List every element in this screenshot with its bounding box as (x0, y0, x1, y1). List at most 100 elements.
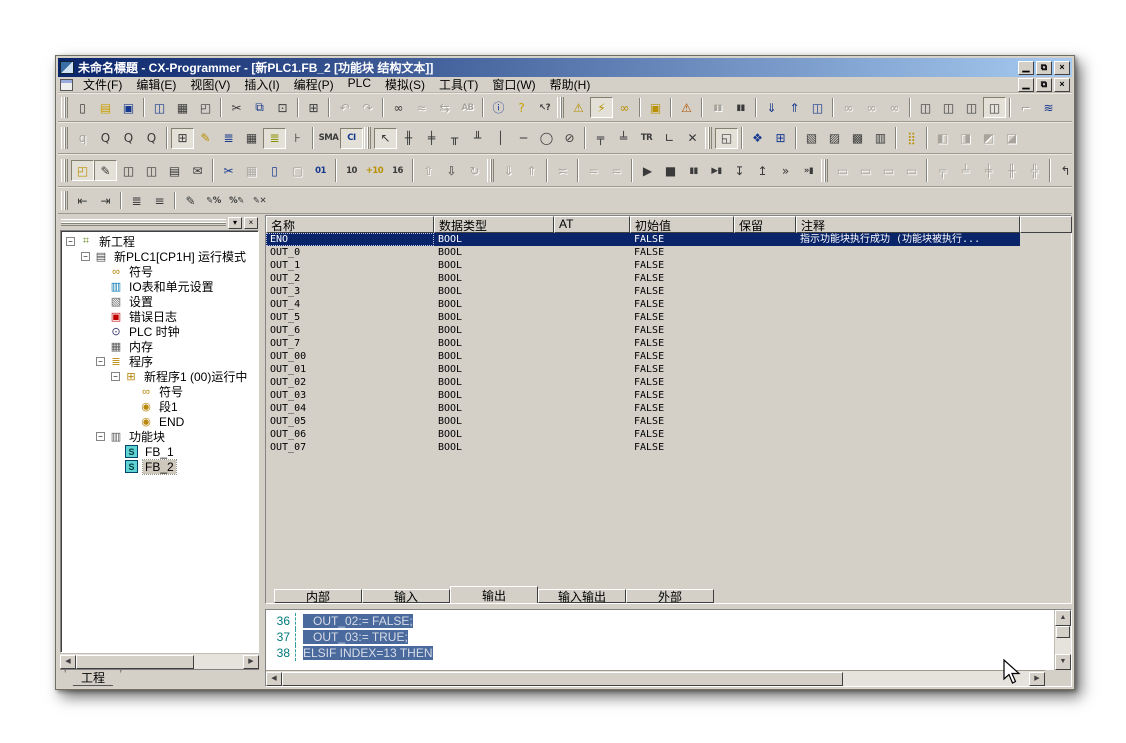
view-symbols-button[interactable]: ◫ (117, 160, 140, 181)
show-window-button[interactable]: ◱ (715, 128, 738, 149)
monitor-hex-button[interactable]: 16 (386, 160, 409, 181)
watch-window-button[interactable]: ◫ (914, 97, 937, 118)
windows-tree-button[interactable]: ⊦ (286, 128, 309, 149)
minimize-button[interactable]: ▁ (1018, 61, 1034, 75)
view-diagram-button[interactable]: ◰ (71, 160, 94, 181)
scrollbar-thumb[interactable] (1056, 626, 1070, 638)
closed-coil-button[interactable]: ⊘ (558, 128, 581, 149)
about-button[interactable]: ⓘ (487, 97, 510, 118)
uncomment-selection-button[interactable]: %✎ (225, 190, 248, 211)
table-row[interactable]: OUT_4BOOLFALSE (266, 298, 1071, 311)
paste-rung-button[interactable]: ⊞ (302, 97, 325, 118)
work-online-button[interactable]: ▣ (644, 97, 667, 118)
replace-all-button[interactable]: AB (456, 97, 479, 118)
tree-item[interactable]: SFB_2 (62, 459, 258, 474)
expander-icon[interactable]: − (96, 357, 105, 366)
closed-or-contact-button[interactable]: ╨ (466, 128, 489, 149)
tree-item[interactable]: ⊙PLC 时钟 (62, 324, 258, 339)
table-row[interactable]: OUT_00BOOLFALSE (266, 350, 1071, 363)
column-header[interactable]: 名称 (266, 216, 434, 233)
compile-button[interactable]: ⚠ (567, 97, 590, 118)
annotation-list-button[interactable]: ≣ (217, 128, 240, 149)
comment-selection-button[interactable]: ✎% (202, 190, 225, 211)
refresh-button[interactable]: ↻ (463, 160, 486, 181)
menu-item-file[interactable]: 文件(F) (76, 75, 129, 94)
tab-output[interactable]: 输出 (450, 586, 538, 603)
list-view-2-button[interactable]: ≡ (148, 190, 171, 211)
scroll-down-button[interactable]: ▼ (1055, 654, 1071, 670)
panel-header[interactable]: ▾ × (60, 215, 259, 230)
column-header[interactable]: 数据类型 (434, 216, 554, 233)
tree-item[interactable]: ∞符号 (62, 384, 258, 399)
output-window-button[interactable]: ▢ (286, 160, 309, 181)
help-button[interactable]: ? (510, 97, 533, 118)
tree-horizontal-scrollbar[interactable]: ◀ ▶ (60, 653, 259, 669)
print-button[interactable]: ▦ (171, 97, 194, 118)
toolbar-gripper[interactable] (821, 159, 828, 183)
column-header[interactable]: 初始值 (630, 216, 734, 233)
cut-button[interactable]: ✂ (225, 97, 248, 118)
tree-item[interactable]: ∞符号 (62, 264, 258, 279)
panel-gripper[interactable] (61, 219, 226, 226)
force-status-4-button[interactable]: ◪ (1000, 128, 1023, 149)
table-row[interactable]: OUT_04BOOLFALSE (266, 402, 1071, 415)
force-refresh-button[interactable]: ≂ (582, 160, 605, 181)
menu-item-view[interactable]: 视图(V) (183, 75, 237, 94)
view-rung-list-button[interactable]: ▤ (163, 160, 186, 181)
set-value-2-button[interactable]: ▭ (854, 160, 877, 181)
set-bit-button[interactable]: ╫ (1000, 160, 1023, 181)
save-button[interactable]: ▣ (117, 97, 140, 118)
monitor-decimal-button[interactable]: 10 (340, 160, 363, 181)
editor-horizontal-scrollbar[interactable]: ◀ ▶ (266, 670, 1045, 686)
select-tool-button[interactable]: ↖ (374, 128, 397, 149)
tab-external[interactable]: 外部 (626, 589, 714, 603)
force-off-button[interactable]: ╧ (954, 160, 977, 181)
view-cross-reference-button[interactable]: ◫ (140, 160, 163, 181)
table-row[interactable]: OUT_07BOOLFALSE (266, 441, 1071, 454)
table-row[interactable]: ENOBOOLFALSE指示功能块执行成功 (功能块被执行... (266, 233, 1071, 246)
mdi-minimize-button[interactable]: ▁ (1018, 78, 1034, 92)
simulator-pause-button[interactable]: ▮▮ (682, 160, 705, 181)
show-ci-button[interactable]: CI (340, 128, 363, 149)
monitor-3-button[interactable]: ∞ (883, 97, 906, 118)
toolbar-gripper[interactable] (364, 127, 371, 150)
table-row[interactable]: OUT_02BOOLFALSE (266, 376, 1071, 389)
zoom-in-button[interactable]: Q (140, 128, 163, 149)
jump-back-button[interactable]: ↰ (1054, 160, 1072, 181)
compare-with-plc-button[interactable]: ◫ (806, 97, 829, 118)
project-tree[interactable]: −⌗新工程−▤新PLC1[CP1H] 运行模式∞符号▥IO表和单元设置▧设置▣错… (60, 230, 259, 653)
grid-button[interactable]: ⊞ (171, 128, 194, 149)
toolbar-gripper[interactable] (487, 159, 494, 183)
set-value-button[interactable]: ▭ (831, 160, 854, 181)
scrollbar-thumb[interactable] (282, 672, 843, 686)
table-row[interactable]: OUT_0BOOLFALSE (266, 246, 1071, 259)
scroll-right-button[interactable]: ▶ (243, 655, 259, 669)
close-button[interactable]: × (1054, 61, 1070, 75)
tree-item[interactable]: −≣程序 (62, 354, 258, 369)
menu-item-window[interactable]: 窗口(W) (485, 75, 542, 94)
open-file-button[interactable]: ▤ (94, 97, 117, 118)
expander-icon[interactable]: − (111, 372, 120, 381)
menu-item-help[interactable]: 帮助(H) (543, 75, 598, 94)
tab-internal[interactable]: 内部 (274, 589, 362, 603)
new-file-button[interactable]: ▯ (71, 97, 94, 118)
table-row[interactable]: OUT_01BOOLFALSE (266, 363, 1071, 376)
coil-button[interactable]: ◯ (535, 128, 558, 149)
upload-button[interactable]: ⇧ (417, 160, 440, 181)
tab-input-output[interactable]: 输入输出 (538, 589, 626, 603)
scan-step-button[interactable]: »▮ (797, 160, 820, 181)
redo-button[interactable]: ↷ (356, 97, 379, 118)
or-contact-button[interactable]: ╥ (443, 128, 466, 149)
force-status-3-button[interactable]: ◩ (977, 128, 1000, 149)
pause-button[interactable]: ▮▮ (729, 97, 752, 118)
view-mnemonics-button[interactable]: ✎ (94, 160, 117, 181)
simulator-stop-button[interactable]: ■ (659, 160, 682, 181)
edit-macro-button[interactable]: ✎ (179, 190, 202, 211)
work-online-simulator-button[interactable]: ⚠ (675, 97, 698, 118)
indent-button[interactable]: ⇤ (71, 190, 94, 211)
table-row[interactable]: OUT_06BOOLFALSE (266, 428, 1071, 441)
simulator-run-button[interactable]: ▶ (636, 160, 659, 181)
delete-comment-button[interactable]: ✎✕ (248, 190, 271, 211)
mdi-restore-button[interactable]: ⧉ (1036, 78, 1052, 92)
column-header[interactable]: 保留 (734, 216, 796, 233)
